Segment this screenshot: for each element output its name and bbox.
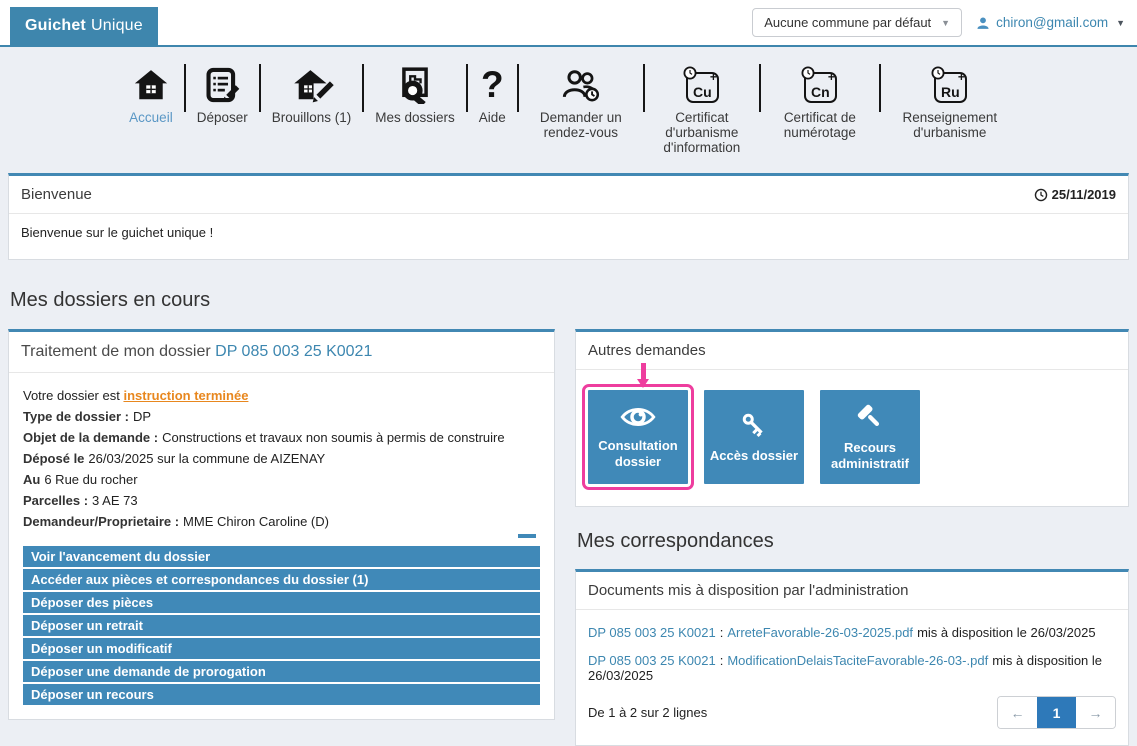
nav-label: Demander un rendez-vous: [530, 110, 632, 140]
ru-badge-icon: Ru +: [931, 60, 969, 104]
document-row: DP 085 003 25 K0021:ModificationDelaisTa…: [588, 653, 1116, 683]
dossier-details: Votre dossier est instruction terminée T…: [9, 373, 554, 532]
nav-label: Renseignement d'urbanisme: [892, 110, 1008, 140]
action-voir-avancement[interactable]: Voir l'avancement du dossier: [23, 546, 540, 567]
status-link[interactable]: instruction terminée: [123, 388, 248, 403]
action-deposer-retrait[interactable]: Déposer un retrait: [23, 615, 540, 636]
pagination-summary: De 1 à 2 sur 2 lignes: [588, 705, 707, 720]
pagination-prev-button[interactable]: ←: [998, 697, 1037, 728]
main-nav: Accueil Déposer: [0, 47, 1137, 155]
nav-separator: [643, 64, 645, 112]
nav-separator: [362, 64, 364, 112]
nav-separator: [184, 64, 186, 112]
nav-item-accueil[interactable]: Accueil: [129, 60, 173, 125]
dossier-status-line: Votre dossier est instruction terminée: [23, 385, 540, 406]
deposit-icon: [203, 60, 241, 104]
nav-separator: [517, 64, 519, 112]
action-acceder-pieces[interactable]: Accéder aux pièces et correspondances du…: [23, 569, 540, 590]
section-title-dossiers: Mes dossiers en cours: [10, 289, 1127, 312]
chevron-down-icon: ▼: [1116, 18, 1125, 28]
document-file-link[interactable]: ArreteFavorable-26-03-2025.pdf: [727, 625, 913, 640]
action-deposer-prorogation[interactable]: Déposer une demande de prorogation: [23, 661, 540, 682]
nav-item-rendez-vous[interactable]: Demander un rendez-vous: [530, 60, 632, 140]
collapse-toggle-icon[interactable]: [518, 534, 536, 538]
key-icon: [738, 410, 770, 440]
nav-item-certificat-urbanisme[interactable]: Cu + Certificat d'urbanisme d'informatio…: [656, 60, 748, 155]
nav-separator: [759, 64, 761, 112]
dossier-field: Déposé le26/03/2025 sur la commune de AI…: [23, 448, 540, 469]
dossier-number-link[interactable]: DP 085 003 25 K0021: [588, 653, 716, 668]
welcome-date: 25/11/2019: [1034, 187, 1116, 202]
welcome-title: Bienvenue: [21, 186, 92, 203]
dossier-number-link[interactable]: DP 085 003 25 K0021: [588, 625, 716, 640]
nav-label: Certificat d'urbanisme d'information: [656, 110, 748, 155]
app-logo[interactable]: Guichet Unique: [10, 7, 158, 45]
home-icon: [131, 60, 171, 104]
nav-item-mes-dossiers[interactable]: Mes dossiers: [375, 60, 455, 125]
user-icon: [976, 16, 990, 30]
question-mark-icon: ?: [481, 60, 504, 104]
dossier-number-link[interactable]: DP 085 003 25 K0021: [215, 343, 372, 360]
click-annotation-arrow-icon: [641, 363, 646, 380]
user-email: chiron@gmail.com: [996, 15, 1108, 30]
section-title-correspondances: Mes correspondances: [577, 530, 1127, 553]
dossier-actions: Voir l'avancement du dossier Accéder aux…: [9, 538, 554, 719]
recours-administratif-button[interactable]: Recours administratif: [820, 390, 920, 484]
dossier-panel: Traitement de mon dossier DP 085 003 25 …: [8, 329, 555, 720]
nav-separator: [259, 64, 261, 112]
action-deposer-pieces[interactable]: Déposer des pièces: [23, 592, 540, 613]
nav-label: Mes dossiers: [375, 110, 455, 125]
dossier-field: Demandeur/Proprietaire :MME Chiron Carol…: [23, 511, 540, 532]
eye-icon: [620, 404, 656, 430]
commune-select-value: Aucune commune par défaut: [764, 15, 931, 30]
documents-panel-title: Documents mis à disposition par l'admini…: [588, 582, 909, 599]
nav-separator: [466, 64, 468, 112]
nav-label: Aide: [479, 110, 506, 125]
acces-dossier-button[interactable]: Accès dossier: [704, 390, 804, 484]
document-row: DP 085 003 25 K0021:ArreteFavorable-26-0…: [588, 625, 1116, 640]
nav-separator: [879, 64, 881, 112]
autres-demandes-panel: Autres demandes Consultation dossier: [575, 329, 1129, 507]
logo-text-regular: Unique: [91, 17, 143, 35]
cu-badge-icon: Cu +: [683, 60, 721, 104]
dossier-field: Objet de la demande :Constructions et tr…: [23, 427, 540, 448]
nav-item-renseignement-urbanisme[interactable]: Ru + Renseignement d'urbanisme: [892, 60, 1008, 140]
document-file-link[interactable]: ModificationDelaisTaciteFavorable-26-03-…: [727, 653, 988, 668]
welcome-panel: Bienvenue 25/11/2019 Bienvenue sur le gu…: [8, 173, 1129, 260]
app-header: Guichet Unique Aucune commune par défaut…: [0, 0, 1137, 47]
logo-text-bold: Guichet: [25, 17, 86, 35]
user-menu[interactable]: chiron@gmail.com ▼: [976, 15, 1125, 30]
dossier-field: Type de dossier :DP: [23, 406, 540, 427]
dossier-panel-title: Traitement de mon dossier DP 085 003 25 …: [9, 332, 554, 373]
action-deposer-recours[interactable]: Déposer un recours: [23, 684, 540, 705]
nav-label: Brouillons (1): [272, 110, 352, 125]
welcome-message: Bienvenue sur le guichet unique !: [9, 214, 1128, 259]
action-deposer-modificatif[interactable]: Déposer un modificatif: [23, 638, 540, 659]
autres-demandes-title: Autres demandes: [588, 342, 706, 359]
pagination-next-button[interactable]: →: [1076, 697, 1115, 728]
documents-panel: Documents mis à disposition par l'admini…: [575, 569, 1129, 746]
chevron-down-icon: ▼: [941, 18, 950, 28]
nav-item-brouillons[interactable]: Brouillons (1): [272, 60, 352, 125]
dossier-field: Parcelles :3 AE 73: [23, 490, 540, 511]
nav-label: Certificat de numérotage: [772, 110, 868, 140]
nav-label: Accueil: [129, 110, 173, 125]
nav-label: Déposer: [197, 110, 248, 125]
dossier-field: Au6 Rue du rocher: [23, 469, 540, 490]
commune-select[interactable]: Aucune commune par défaut ▼: [752, 8, 962, 37]
clock-icon: [1034, 188, 1048, 202]
nav-item-deposer[interactable]: Déposer: [197, 60, 248, 125]
document-magnifier-icon: [395, 60, 435, 104]
pagination-page-1[interactable]: 1: [1037, 697, 1076, 728]
cn-badge-icon: Cn +: [801, 60, 839, 104]
consultation-dossier-button[interactable]: Consultation dossier: [588, 390, 688, 484]
gavel-icon: [854, 402, 886, 432]
nav-item-aide[interactable]: ? Aide: [479, 60, 506, 125]
people-clock-icon: [559, 60, 603, 104]
nav-item-certificat-numerotage[interactable]: Cn + Certificat de numérotage: [772, 60, 868, 140]
draft-house-pencil-icon: [290, 60, 334, 104]
